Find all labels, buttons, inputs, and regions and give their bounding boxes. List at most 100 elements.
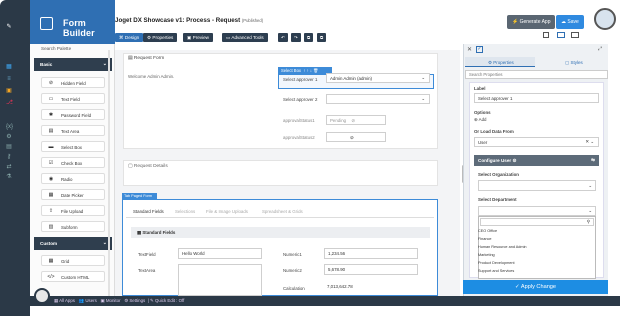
all-apps-label: All Apps: [59, 298, 76, 303]
tab-standard-fields[interactable]: Standard Fields: [133, 209, 164, 214]
options-title: Options: [474, 110, 491, 115]
approval-status1-field[interactable]: Pending ⊘: [326, 115, 386, 125]
styles-tab-label[interactable]: ▢ Styles: [565, 60, 583, 66]
userview-icon[interactable]: ▣: [6, 88, 12, 94]
approver1-select[interactable]: Admin Admin (admin) ⌄: [326, 73, 430, 83]
eye-slash-icon: ⊘: [48, 80, 54, 86]
textarea-input[interactable]: [178, 264, 262, 296]
monitor-link[interactable]: ▣ Monitor: [101, 298, 121, 303]
properties-tab[interactable]: ⚙ Properties: [143, 33, 178, 42]
advanced-tools-tab[interactable]: ▭ Advanced Tools: [222, 33, 268, 42]
tab-spreadsheet-grids[interactable]: Spreadsheet & Grids: [262, 209, 303, 214]
element-toolbar[interactable]: Select Box ↑ ↑ ↓ 🗑: [278, 67, 332, 74]
apply-change-button[interactable]: ✓ Apply Change: [463, 280, 608, 294]
avatar[interactable]: [594, 8, 616, 30]
approver2-label: Select approver 2: [283, 97, 318, 102]
preview-tab-label: Preview: [192, 35, 209, 40]
palette-item[interactable]: ▭ Text Field: [41, 93, 105, 104]
configure-user-label: Configure User: [478, 158, 512, 163]
welcome-text: Welcome Admin Admin.: [128, 74, 175, 79]
search-properties-input[interactable]: Search Properties: [465, 70, 608, 79]
palette-item[interactable]: ▤ Text Area: [41, 125, 105, 136]
list-icon[interactable]: ≡: [6, 76, 12, 82]
select-org-dropdown[interactable]: ⌄: [478, 180, 596, 191]
preview-tab[interactable]: ▣ Preview: [183, 33, 213, 42]
chevron-down-icon: ⌄: [588, 208, 592, 213]
tab-file-uploads[interactable]: File & Image Uploads: [206, 209, 248, 214]
palette-item[interactable]: ▥ Subform: [41, 221, 105, 232]
configure-user-header[interactable]: Configure User ⚙ ⇆: [474, 155, 599, 166]
users-link[interactable]: 👥 Users: [79, 298, 97, 303]
api-icon[interactable]: ⇄: [6, 164, 12, 170]
palette-scrollbar[interactable]: [108, 50, 110, 296]
edit-icon[interactable]: ✎: [6, 24, 12, 30]
approver2-select[interactable]: ⌄: [326, 94, 430, 104]
textfield-label: TextField: [138, 252, 156, 257]
clear-chevron-icon: ✕ ⌄: [585, 139, 594, 144]
dept-search-input[interactable]: ⚲: [480, 218, 594, 226]
standard-fields-header: [131, 227, 430, 238]
select-dept-dropdown[interactable]: ⌄: [478, 206, 596, 216]
textfield-input[interactable]: Hello World: [178, 248, 262, 259]
radio-icon: ◉: [48, 176, 54, 182]
section-label: Custom: [40, 241, 58, 246]
key-icon[interactable]: ⚷: [6, 154, 12, 160]
palette-item[interactable]: ◉ Radio: [41, 173, 105, 184]
all-apps-link[interactable]: ▦ All Apps: [54, 298, 75, 303]
save-button[interactable]: ☁ Save: [556, 15, 584, 29]
numeric1-input[interactable]: 1,234.56: [324, 248, 418, 259]
load-data-select[interactable]: User ✕ ⌄: [474, 137, 599, 147]
numeric2-input[interactable]: 5,678.90: [324, 264, 418, 275]
undo-button[interactable]: ↶: [278, 33, 288, 42]
palette-item[interactable]: ⊘ Hidden Field: [41, 77, 105, 88]
paste-button[interactable]: ⧉: [317, 33, 327, 42]
palette-section-custom[interactable]: Custom ⌄: [34, 237, 112, 250]
plugin-icon[interactable]: ⚙: [6, 134, 12, 140]
close-icon[interactable]: ✕: [467, 46, 472, 53]
desktop-view-icon[interactable]: [543, 32, 549, 38]
tab-selections[interactable]: Selections: [175, 209, 195, 214]
request-details-section[interactable]: [123, 160, 438, 186]
dept-option[interactable]: Support and Services: [478, 269, 514, 273]
dept-option[interactable]: Marketing: [478, 253, 495, 257]
palette-section-basic[interactable]: Basic ⌄: [34, 58, 112, 71]
tablet-view-icon[interactable]: [557, 32, 565, 38]
expand-icon[interactable]: ⤢: [598, 46, 602, 52]
process-icon[interactable]: ⎇: [6, 100, 13, 106]
design-tab[interactable]: ⌘ Design: [115, 33, 144, 42]
quick-edit-toggle[interactable]: ✎ Quick Edit : Off: [150, 298, 184, 303]
palette-item[interactable]: ▬ Select Box: [41, 141, 105, 152]
properties-tab-label: Properties: [152, 35, 174, 40]
palette-item[interactable]: ▦ Date Picker: [41, 189, 105, 200]
label-input[interactable]: Select approver 1: [474, 93, 599, 103]
copy-button[interactable]: ⧉: [304, 33, 314, 42]
resource-icon[interactable]: ▤: [6, 144, 12, 150]
palette-item[interactable]: ☑ Check Box: [41, 157, 105, 168]
generate-app-button[interactable]: ⚡ Generate App: [507, 15, 556, 29]
variable-icon[interactable]: {x}: [6, 124, 13, 130]
approval-status1-label: approvalStatus1: [283, 118, 315, 123]
dept-option[interactable]: Product Development: [478, 261, 515, 265]
palette-item[interactable]: ▦ Grid: [41, 255, 105, 266]
mobile-view-icon[interactable]: [571, 32, 579, 38]
dept-option[interactable]: Human Resource and Admin: [478, 245, 527, 249]
textarea-label: TextArea: [138, 268, 156, 273]
approval-status2-field[interactable]: ⊘: [326, 132, 386, 142]
joget-logo-icon[interactable]: [34, 288, 50, 304]
palette-item[interactable]: </> Custom HTML: [41, 271, 105, 282]
search-palette-input[interactable]: Search Palette: [41, 46, 71, 51]
flask-icon[interactable]: ⚗: [6, 174, 12, 180]
palette-item-label: Custom HTML: [61, 275, 90, 280]
text-area-icon: ▤: [48, 128, 54, 134]
add-option-button[interactable]: ⊕ Add: [474, 117, 486, 123]
redo-button[interactable]: ↷: [291, 33, 301, 42]
monitor-label: Monitor: [105, 298, 121, 303]
palette-item[interactable]: ✱ Password Field: [41, 109, 105, 120]
app-icon[interactable]: ▦: [6, 64, 12, 70]
advanced-tools-label: Advanced Tools: [231, 35, 264, 40]
check-icon[interactable]: ✓: [476, 46, 483, 53]
palette-item[interactable]: ⇪ File Upload: [41, 205, 105, 216]
settings-link[interactable]: ⚙ Settings: [124, 298, 145, 303]
dept-option[interactable]: CEO Office: [478, 229, 497, 233]
dept-option[interactable]: Finance: [478, 237, 492, 241]
